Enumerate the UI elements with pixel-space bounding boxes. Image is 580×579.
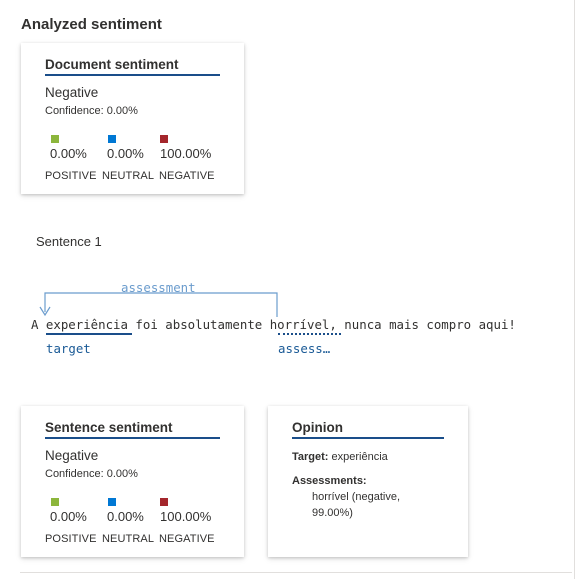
neutral-caption: NEUTRAL (102, 170, 155, 182)
relation-label: assessment (121, 280, 196, 295)
divider (20, 572, 572, 573)
confidence-text: Confidence: 0.00% (45, 105, 138, 117)
positive-score: 0.00% (50, 146, 87, 161)
neutral-swatch (108, 498, 116, 506)
neutral-score: 0.00% (107, 509, 144, 524)
assessment-line-1: horrível (negative, (312, 491, 401, 503)
negative-swatch (160, 135, 168, 143)
negative-swatch (160, 498, 168, 506)
assessment-underline (278, 333, 341, 335)
sentence-label: Sentence 1 (36, 234, 102, 249)
negative-score: 100.00% (160, 146, 212, 161)
sentiment-label: Negative (45, 448, 99, 463)
assessments-key: Assessments: (292, 475, 367, 487)
document-sentiment-card: Document sentiment Negative Confidence: … (21, 43, 244, 194)
target-value: experiência (331, 451, 388, 463)
card-title: Opinion (292, 420, 444, 439)
sentiment-label: Negative (45, 85, 99, 100)
negative-caption: NEGATIVE (159, 533, 215, 545)
assessment-line-2: 99.00%) (312, 507, 353, 519)
target-underline (46, 333, 132, 335)
target-key: Target: (292, 451, 329, 463)
confidence-text: Confidence: 0.00% (45, 468, 138, 480)
positive-swatch (51, 135, 59, 143)
sentence-text: A experiência foi absolutamente horrível… (31, 317, 516, 332)
negative-caption: NEGATIVE (159, 170, 215, 182)
neutral-score: 0.00% (107, 146, 144, 161)
card-title: Sentence sentiment (45, 420, 220, 439)
neutral-caption: NEUTRAL (102, 533, 155, 545)
negative-score: 100.00% (160, 509, 212, 524)
neutral-swatch (108, 135, 116, 143)
assessment-tag[interactable]: assess… (278, 341, 330, 356)
sentence-sentiment-card: Sentence sentiment Negative Confidence: … (21, 406, 244, 557)
positive-caption: POSITIVE (45, 533, 97, 545)
positive-swatch (51, 498, 59, 506)
positive-caption: POSITIVE (45, 170, 97, 182)
page-title: Analyzed sentiment (21, 16, 162, 33)
positive-score: 0.00% (50, 509, 87, 524)
opinion-target: Target: experiência (292, 451, 388, 463)
opinion-card: Opinion Target: experiência Assessments:… (268, 406, 468, 557)
target-tag[interactable]: target (46, 341, 91, 356)
card-title: Document sentiment (45, 57, 220, 76)
